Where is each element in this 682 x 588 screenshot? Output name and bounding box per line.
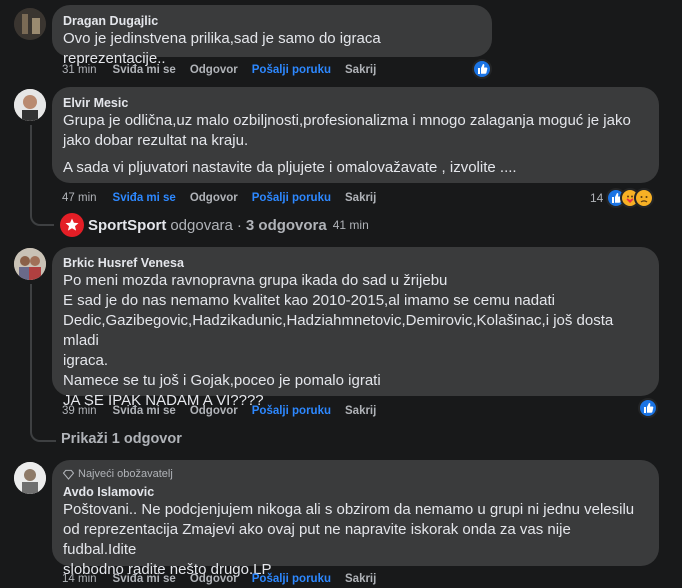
comment-author[interactable]: Elvir Mesic [63,95,647,111]
comment-line: od reprezentacija Zmajevi ako ovaj put n… [63,521,575,558]
hide-button[interactable]: Sakrij [345,191,376,205]
reply-button[interactable]: Odgovor [190,404,238,418]
send-message-button[interactable]: Pošalji poruku [252,63,331,77]
comment-line: A sada vi pljuvatori nastavite da pljuje… [63,159,517,176]
hide-button[interactable]: Sakrij [345,572,376,586]
comment-author[interactable]: Avdo Islamovic [63,484,647,500]
comment-actions: 14 min Sviđa mi se Odgovor Pošalji poruk… [62,572,390,586]
like-reaction-icon[interactable] [638,398,658,418]
comment-author[interactable]: Brkic Husref Venesa [63,255,647,271]
comment-actions: 47 min Sviđa mi se Odgovor Pošalji poruk… [62,191,390,205]
star-icon [65,218,79,231]
like-button[interactable]: Sviđa mi se [113,63,176,77]
thread-hook [30,200,54,226]
hide-button[interactable]: Sakrij [345,404,376,418]
thread-line [30,284,32,414]
send-message-button[interactable]: Pošalji poruku [252,191,331,205]
comment-line: Po meni mozda ravnopravna grupa ikada do… [63,272,448,289]
comment-bubble: Dragan Dugajlic Ovo je jedinstvena prili… [52,5,492,67]
thumbs-up-icon [644,403,654,413]
avatar[interactable] [14,89,46,121]
reply-button[interactable]: Odgovor [190,572,238,586]
reply-time: 41 min [332,218,369,232]
like-reaction-icon[interactable] [472,59,492,79]
comment-bubble: Najveći obožavatelj Avdo Islamovic Pošto… [52,460,659,578]
sad-emoji-icon [634,188,655,208]
avatar[interactable] [14,248,46,280]
comment-time[interactable]: 31 min [62,63,97,77]
comment-time[interactable]: 39 min [62,404,97,418]
comment-author[interactable]: Dragan Dugajlic [63,13,480,29]
send-message-button[interactable]: Pošalji poruku [252,572,331,586]
top-fan-label: Najveći obožavatelj [78,468,173,480]
hide-button[interactable]: Sakrij [345,63,376,77]
like-button[interactable]: Sviđa mi se [113,191,176,205]
avatar[interactable] [14,462,46,494]
show-replies-link[interactable]: Prikaži 1 odgovor [61,431,182,447]
reply-author: SportSport [88,216,167,234]
reply-count: 3 odgovora [245,216,327,234]
comment-bubble: Brkic Husref Venesa Po meni mozda ravnop… [52,247,659,409]
like-button[interactable]: Sviđa mi se [113,404,176,418]
comment-line [63,151,647,158]
comment-bubble: Elvir Mesic Grupa je odlična,uz malo ozb… [52,87,659,183]
comment-actions: 31 min Sviđa mi se Odgovor Pošalji poruk… [62,63,390,77]
replies-link[interactable]: SportSport odgovara · 3 odgovora 41 min [60,213,369,237]
avatar[interactable] [14,8,46,40]
comment-line: Namece se tu još i Gojak,poceo je pomalo… [63,372,381,389]
avatar-photo-icon [14,8,46,40]
top-fan-badge: Najveći obožavatelj [63,467,647,481]
reply-button[interactable]: Odgovor [190,191,238,205]
sportsport-logo [60,213,84,237]
avatar-photo-icon [14,462,46,494]
reactions-summary[interactable]: 14 [590,188,656,208]
send-message-button[interactable]: Pošalji poruku [252,404,331,418]
avatar-photo-icon [14,89,46,121]
comment-line: Grupa je odlična,uz malo ozbiljnosti,pro… [63,112,631,129]
comment-time[interactable]: 14 min [62,572,97,586]
reaction-count: 14 [590,191,604,205]
comment-line: Poštovani.. Ne podcjenjujem nikoga ali s… [63,501,635,518]
comment-time[interactable]: 47 min [62,191,97,205]
separator: · [236,216,242,234]
like-button[interactable]: Sviđa mi se [113,572,176,586]
comment-line: E sad je do nas nemamo kvalitet kao 2010… [63,292,555,309]
thread-hook [30,400,56,442]
reply-button[interactable]: Odgovor [190,63,238,77]
reply-action: odgovara [170,216,233,234]
comment-line: igraca. [63,352,109,369]
comment-actions: 39 min Sviđa mi se Odgovor Pošalji poruk… [62,404,390,418]
thumbs-up-icon [478,64,488,74]
diamond-icon [63,469,74,480]
comment-line: jako dobar rezultat na kraju. [63,132,249,149]
avatar-photo-icon [14,248,46,280]
comment-line: Dedic,Gazibegovic,Hadzikadunic,Hadziahmn… [63,312,618,349]
